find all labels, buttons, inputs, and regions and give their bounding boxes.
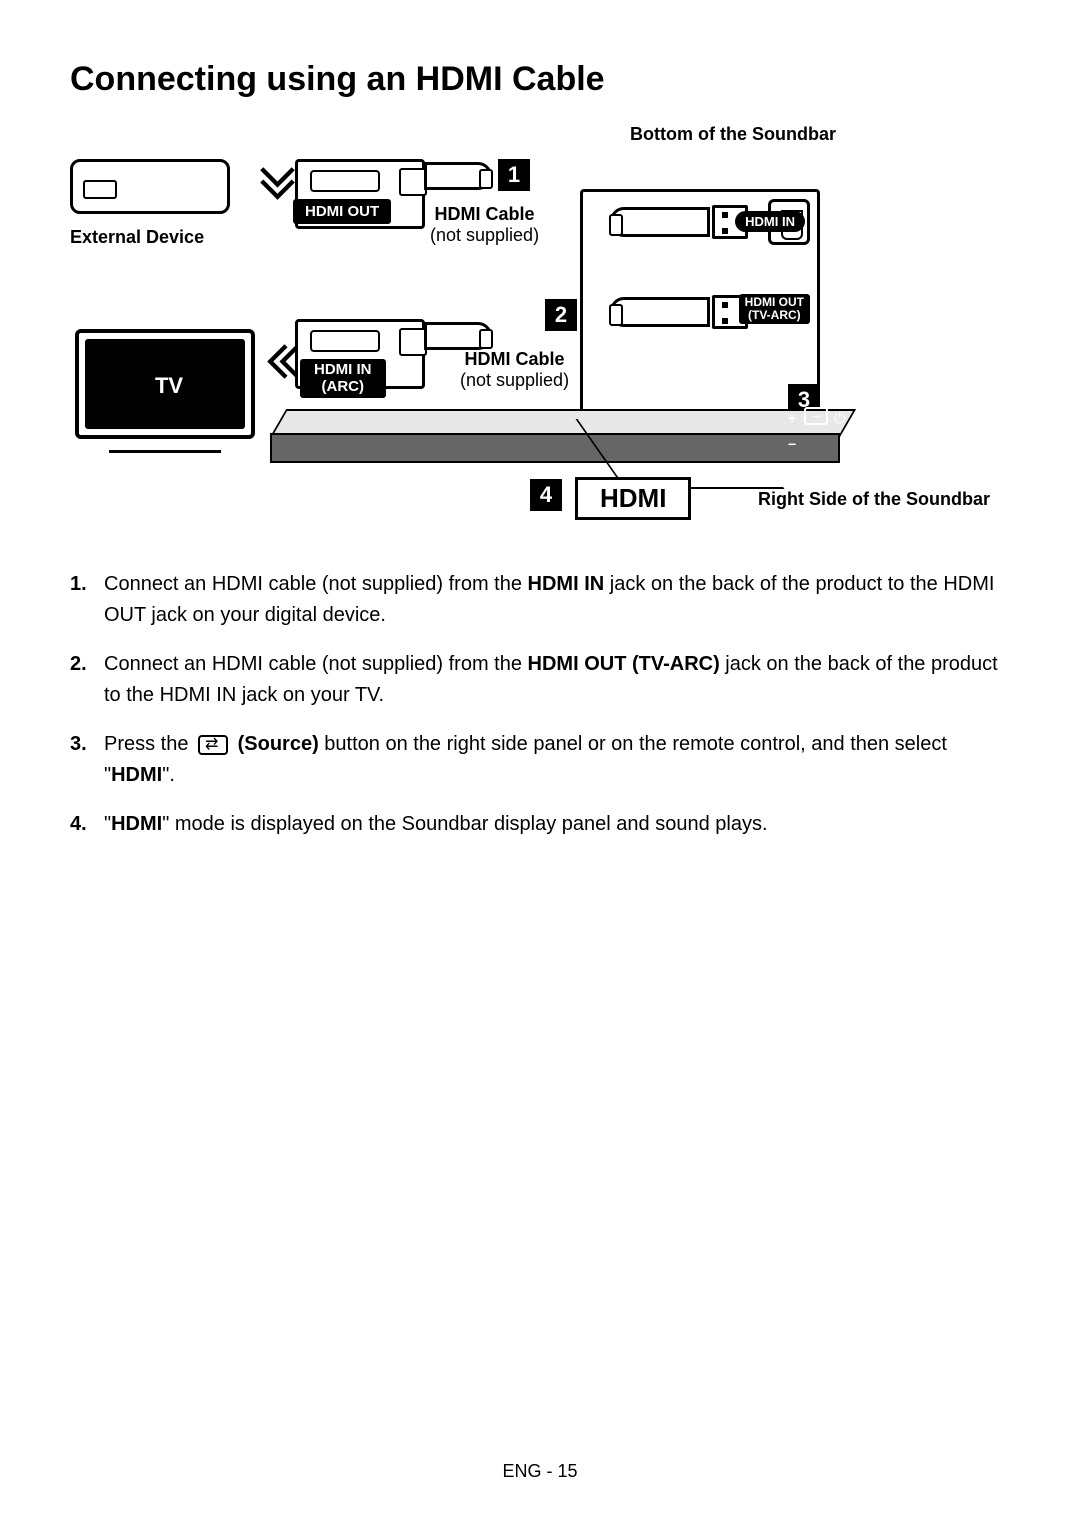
source-icon [198, 735, 228, 755]
not-supplied-text: (not supplied) [430, 225, 539, 246]
page-footer: ENG - 15 [0, 1461, 1080, 1482]
volume-down-icon: − [788, 436, 796, 452]
not-supplied-text: (not supplied) [460, 370, 569, 391]
soundbar-side-buttons: + − ⏻ [780, 404, 840, 454]
hdmi-in-arc-label: HDMI IN (ARC) [300, 359, 386, 398]
hdmi-cable-text: HDMI Cable [465, 349, 565, 369]
hdmi-plug-out [610, 297, 710, 327]
text-run: " mode is displayed on the Soundbar disp… [162, 813, 767, 835]
source-icon [804, 407, 828, 425]
step-text: "HDMI" mode is displayed on the Soundbar… [104, 809, 768, 840]
text-bold: HDMI [111, 813, 162, 835]
connection-diagram: Bottom of the Soundbar External Device H… [70, 129, 990, 529]
step-text: Connect an HDMI cable (not supplied) fro… [104, 649, 1010, 711]
power-icon: ⏻ [834, 410, 845, 427]
tv-illustration: TV [75, 329, 255, 439]
text-run: Connect an HDMI cable (not supplied) fro… [104, 653, 528, 675]
soundbar-display-hdmi: HDMI [575, 477, 691, 520]
tv-label: TV [79, 373, 259, 399]
callout-4: 4 [530, 479, 562, 511]
hdmi-cable-label-1: HDMI Cable (not supplied) [430, 204, 539, 246]
text-bold: (Source) [232, 733, 319, 755]
volume-up-icon: + [788, 410, 796, 426]
hdmi-cable-text: HDMI Cable [435, 204, 535, 224]
step-number: 1. [70, 569, 104, 631]
step-3: 3. Press the (Source) button on the righ… [70, 729, 1010, 791]
step-number: 4. [70, 809, 104, 840]
right-side-label: Right Side of the Soundbar [758, 489, 990, 510]
external-device-label: External Device [70, 227, 204, 248]
page-title: Connecting using an HDMI Cable [70, 60, 1010, 99]
step-number: 2. [70, 649, 104, 711]
hdmi-out-label: HDMI OUT [293, 199, 391, 224]
external-device-illustration [70, 159, 230, 214]
hdmi-cable-plug [424, 162, 492, 190]
step-2: 2. Connect an HDMI cable (not supplied) … [70, 649, 1010, 711]
callout-1: 1 [498, 159, 530, 191]
step-text: Press the (Source) button on the right s… [104, 729, 1010, 791]
text-bold: HDMI [111, 764, 162, 786]
hdmi-cable-label-2: HDMI Cable (not supplied) [460, 349, 569, 391]
callout-2: 2 [545, 299, 577, 331]
step-number: 3. [70, 729, 104, 791]
text-bold: HDMI IN [528, 573, 605, 595]
text-run: Press the [104, 733, 194, 755]
bottom-soundbar-label: Bottom of the Soundbar [630, 124, 836, 145]
text-run: ". [162, 764, 175, 786]
arrow-icon [260, 167, 295, 202]
text-bold: HDMI OUT (TV-ARC) [528, 653, 720, 675]
text-run: button on the right side panel or on the… [104, 733, 947, 786]
hdmi-cable-plug [424, 322, 492, 350]
hdmi-out-tvarc-label: HDMI OUT (TV-ARC) [739, 294, 810, 324]
text-run: Connect an HDMI cable (not supplied) fro… [104, 573, 528, 595]
step-text: Connect an HDMI cable (not supplied) fro… [104, 569, 1010, 631]
hdmi-in-port-label: HDMI IN [735, 211, 805, 232]
step-4: 4. "HDMI" mode is displayed on the Sound… [70, 809, 1010, 840]
instruction-list: 1. Connect an HDMI cable (not supplied) … [70, 569, 1010, 840]
hdmi-plug-in [610, 207, 710, 237]
step-1: 1. Connect an HDMI cable (not supplied) … [70, 569, 1010, 631]
